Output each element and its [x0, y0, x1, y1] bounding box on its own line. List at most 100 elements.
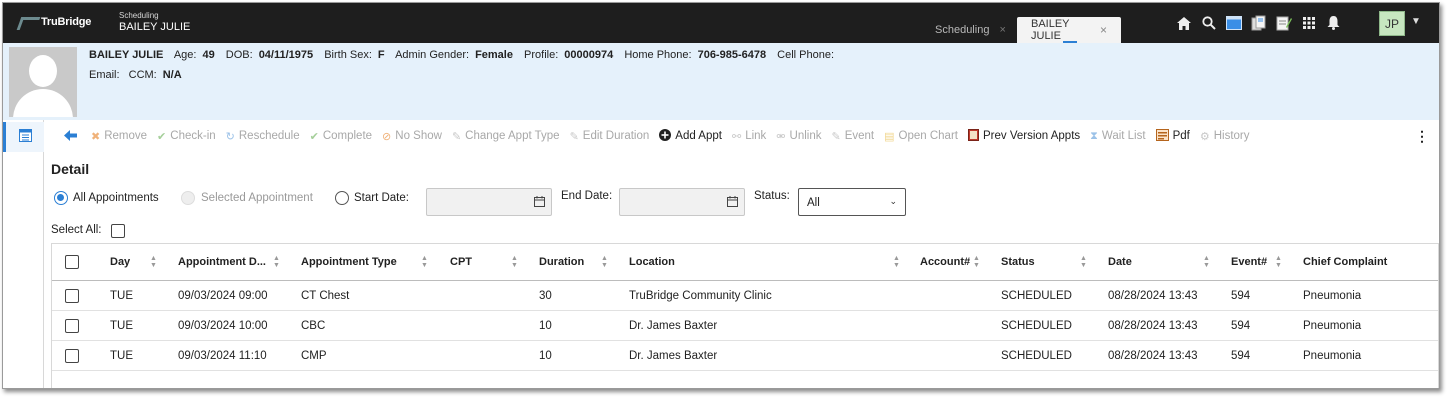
selected-appointment-label: Selected Appointment	[201, 192, 313, 204]
home-icon[interactable]	[1171, 13, 1196, 33]
col-header-appointment-type[interactable]: Appointment Type	[301, 256, 397, 268]
history-button[interactable]: ⚙ History	[1200, 130, 1250, 143]
tab-label: Scheduling	[935, 24, 990, 36]
no-show-button[interactable]: ⊘ No Show	[382, 130, 442, 143]
status-select[interactable]: All ⌄	[798, 188, 906, 216]
notes-icon[interactable]	[1271, 13, 1296, 33]
all-appointments-radio[interactable]	[54, 191, 68, 205]
app-window: TruBridge Scheduling BAILEY JULIE Schedu…	[2, 2, 1440, 389]
sort-icon[interactable]: ▲ ▼	[893, 255, 900, 269]
prev-version-appts-button[interactable]: Prev Version Appts	[967, 128, 1081, 144]
link-icon: ⚯	[731, 130, 742, 143]
more-options-icon[interactable]: ⋮	[1415, 128, 1429, 145]
open-chart-label: Open Chart	[898, 130, 958, 142]
context-patient-name: BAILEY JULIE	[119, 21, 191, 33]
appointment-toolbar: ✖ Remove ✔ Check-in ↻ Reschedule ✔ Complete …	[44, 120, 1439, 152]
col-header-chief-complaint[interactable]: Chief Complaint	[1303, 256, 1387, 268]
close-icon[interactable]: ×	[999, 24, 1005, 36]
add-appt-label: Add Appt	[675, 130, 722, 142]
sort-icon[interactable]: ▲ ▼	[150, 255, 157, 269]
add-appt-button[interactable]: Add Appt	[659, 128, 722, 144]
header-checkbox[interactable]	[65, 255, 79, 269]
col-header-duration[interactable]: Duration	[539, 256, 584, 268]
col-header-cpt[interactable]: CPT	[450, 256, 472, 268]
header-icon-bar	[1171, 13, 1346, 33]
open-chart-button[interactable]: ▤ Open Chart	[884, 130, 958, 143]
sort-icon[interactable]: ▲ ▼	[273, 255, 280, 269]
user-avatar[interactable]: JP	[1379, 11, 1405, 36]
end-date-input[interactable]	[619, 188, 745, 216]
appointments-table: Day ▲ ▼ Appointment D... ▲ ▼ Appointment T…	[51, 243, 1439, 388]
row-checkbox[interactable]	[65, 319, 79, 333]
select-all-checkbox[interactable]	[111, 224, 125, 238]
event-icon: ✎	[831, 130, 841, 143]
check-in-button[interactable]: ✔ Check-in	[157, 130, 216, 143]
row-checkbox[interactable]	[65, 349, 79, 363]
event-label: Event	[844, 130, 875, 142]
row-checkbox[interactable]	[65, 289, 79, 303]
table-row[interactable]: TUE 09/03/2024 09:00 CT Chest 30 TruBrid…	[52, 281, 1438, 311]
col-header-location[interactable]: Location	[629, 256, 675, 268]
calendar-icon[interactable]	[534, 196, 545, 210]
cell-duration: 10	[539, 350, 552, 362]
tab-patient[interactable]: BAILEY JULIE ×	[1017, 17, 1121, 43]
trubridge-logo[interactable]: TruBridge	[19, 16, 91, 28]
col-header-status[interactable]: Status	[1001, 256, 1035, 268]
calendar-icon[interactable]	[727, 196, 738, 210]
reschedule-icon: ↻	[225, 130, 235, 143]
patient-banner: BAILEY JULIE Age: 49 DOB: 04/11/1975 Birth…	[3, 43, 1439, 120]
pdf-button[interactable]: Pdf	[1155, 128, 1190, 144]
link-button[interactable]: ⚯ Link	[732, 130, 766, 143]
table-row[interactable]: TUE 09/03/2024 11:10 CMP 10 Dr. James Ba…	[52, 341, 1438, 371]
event-button[interactable]: ✎ Event	[831, 130, 874, 143]
sort-icon[interactable]: ▲ ▼	[973, 255, 980, 269]
bell-icon[interactable]	[1321, 13, 1346, 33]
documents-icon[interactable]	[1246, 13, 1271, 33]
col-header-account[interactable]: Account#	[920, 256, 970, 268]
selected-appointment-radio[interactable]	[181, 191, 195, 205]
col-header-event[interactable]: Event#	[1231, 256, 1267, 268]
table-header: Day ▲ ▼ Appointment D... ▲ ▼ Appointment T…	[52, 244, 1438, 281]
search-icon[interactable]	[1196, 13, 1221, 33]
edit-duration-icon: ✎	[569, 130, 579, 143]
logo-text: TruBridge	[41, 16, 92, 28]
unlink-button[interactable]: ⚮ Unlink	[776, 130, 821, 143]
complete-button[interactable]: ✔ Complete	[310, 130, 372, 143]
apps-grid-icon[interactable]	[1296, 13, 1321, 33]
cell-appointment-date: 09/03/2024 11:10	[178, 350, 267, 362]
sort-icon[interactable]: ▲ ▼	[1275, 255, 1282, 269]
link-label: Link	[745, 130, 767, 142]
left-rail	[3, 120, 44, 388]
wait-list-button[interactable]: ⧗ Wait List	[1090, 130, 1145, 143]
col-header-day[interactable]: Day	[110, 256, 130, 268]
close-icon[interactable]: ×	[1100, 23, 1107, 37]
sort-icon[interactable]: ▲ ▼	[421, 255, 428, 269]
remove-button[interactable]: ✖ Remove	[91, 130, 147, 143]
col-header-appointment-date[interactable]: Appointment D...	[178, 256, 266, 268]
sort-icon[interactable]: ▲ ▼	[1203, 255, 1210, 269]
edit-duration-button[interactable]: ✎ Edit Duration	[570, 130, 650, 143]
sort-icon[interactable]: ▲ ▼	[1080, 255, 1087, 269]
tab-scheduling[interactable]: Scheduling ×	[921, 17, 1020, 43]
select-all-label: Select All:	[51, 224, 102, 236]
back-arrow-icon[interactable]	[64, 128, 77, 144]
chevron-down-icon[interactable]: ▼	[1411, 16, 1421, 27]
add-icon	[659, 128, 672, 144]
start-date-radio[interactable]	[335, 191, 349, 205]
sort-icon[interactable]: ▲ ▼	[601, 255, 608, 269]
window-icon[interactable]	[1221, 13, 1246, 33]
col-header-date[interactable]: Date	[1108, 256, 1132, 268]
cell-day: TUE	[110, 320, 133, 332]
table-row[interactable]: TUE 09/03/2024 10:00 CBC 10 Dr. James Ba…	[52, 311, 1438, 341]
cell-appointment-date: 09/03/2024 09:00	[178, 290, 268, 302]
sort-icon[interactable]: ▲ ▼	[511, 255, 518, 269]
prev-version-appts-label: Prev Version Appts	[982, 130, 1081, 142]
end-date-label: End Date:	[561, 190, 613, 202]
start-date-input[interactable]	[426, 188, 552, 216]
rail-calendar-button[interactable]	[3, 122, 44, 152]
top-bar: TruBridge Scheduling BAILEY JULIE Schedu…	[3, 3, 1439, 43]
reschedule-button[interactable]: ↻ Reschedule	[226, 130, 300, 143]
change-type-icon: ✎	[451, 130, 462, 143]
change-appt-type-button[interactable]: ✎ Change Appt Type	[452, 130, 560, 143]
ccm-label: CCM:	[128, 69, 157, 81]
